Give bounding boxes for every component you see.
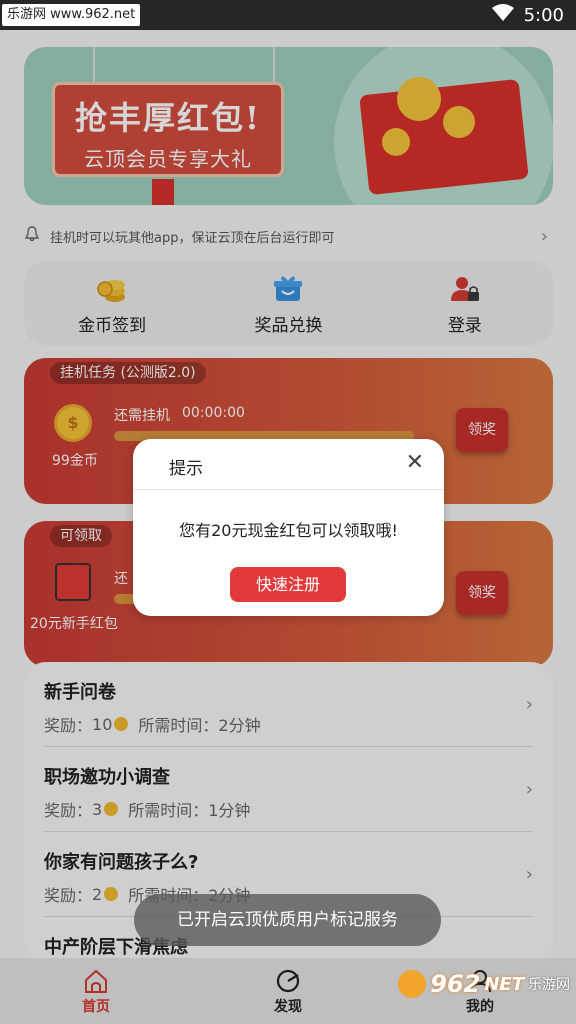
brand-suffix: NET	[484, 973, 524, 995]
toast-message: 已开启云顶优质用户标记服务	[134, 894, 441, 946]
status-time: 5:00	[523, 4, 564, 26]
prompt-dialog: 提示 ✕ 您有20元现金红包可以领取哦! 快速注册	[133, 439, 444, 616]
status-bar: 乐游网 www.962.net 5:00	[0, 0, 576, 30]
dialog-divider	[133, 489, 444, 490]
status-icons: 5:00	[491, 0, 564, 30]
quick-register-button[interactable]: 快速注册	[230, 567, 346, 602]
watermark-label: 乐游网 www.962.net	[2, 4, 141, 26]
dialog-message: 您有20元现金红包可以领取哦!	[179, 521, 398, 540]
brand-name: 乐游网	[528, 977, 570, 993]
wifi-icon	[491, 3, 514, 27]
dialog-title: 提示	[169, 459, 203, 479]
brand-watermark: 962 NET 乐游网	[398, 970, 570, 998]
brand-number: 962	[430, 970, 481, 998]
brand-logo-icon	[398, 970, 427, 998]
close-icon[interactable]: ✕	[406, 451, 424, 475]
